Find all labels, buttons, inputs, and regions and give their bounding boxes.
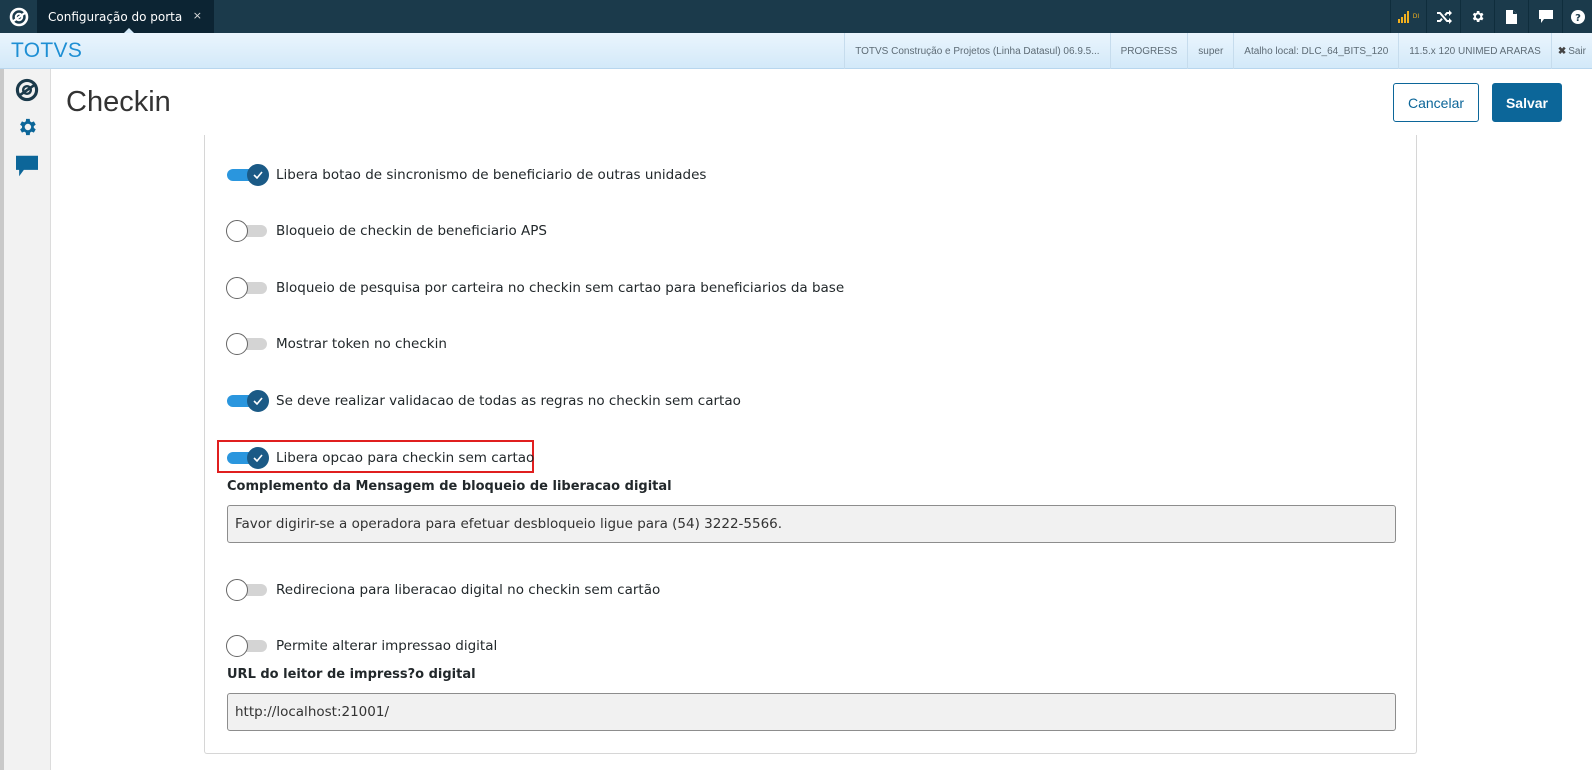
- sidebar: [0, 69, 51, 770]
- setting-row-sync-beneficiario: Libera botao de sincronismo de beneficia…: [227, 163, 706, 187]
- save-button[interactable]: Salvar: [1492, 83, 1562, 122]
- url-field-label: URL do leitor de impress?o digital: [227, 667, 476, 682]
- signal-label: DI: [1412, 13, 1420, 20]
- message-field-label: Complemento da Mensagem de bloqueio de l…: [227, 479, 672, 494]
- help-icon[interactable]: ?: [1562, 0, 1592, 33]
- setting-row-validacao-regras: Se deve realizar validacao de todas as r…: [227, 389, 741, 413]
- toggle-redireciona-digital[interactable]: [226, 578, 269, 602]
- toggle-bloqueio-aps[interactable]: [226, 219, 269, 243]
- setting-row-alterar-impressao: Permite alterar impressao digital: [226, 634, 498, 658]
- setting-row-bloqueio-pesquisa: Bloqueio de pesquisa por carteira no che…: [226, 276, 845, 300]
- totvs-logo-icon[interactable]: [0, 0, 37, 33]
- svg-text:?: ?: [1575, 13, 1581, 24]
- toggle-checkin-sem-cartao[interactable]: [227, 446, 269, 470]
- info-product: TOTVS Construção e Projetos (Linha Datas…: [844, 33, 1109, 69]
- setting-label: Redireciona para liberacao digital no ch…: [276, 582, 661, 598]
- check-icon: [253, 171, 263, 179]
- totvs-logo-icon[interactable]: [14, 77, 40, 103]
- setting-row-mostrar-token: Mostrar token no checkin: [226, 332, 447, 356]
- close-icon[interactable]: ×: [193, 9, 202, 22]
- chat-icon[interactable]: [14, 153, 40, 179]
- setting-row-bloqueio-aps: Bloqueio de checkin de beneficiario APS: [226, 219, 547, 243]
- toggle-sync-beneficiario[interactable]: [227, 163, 269, 187]
- tab-configuracao[interactable]: Configuração do porta ×: [37, 0, 214, 34]
- url-input[interactable]: http://localhost:21001/: [227, 693, 1396, 731]
- setting-label: Se deve realizar validacao de todas as r…: [276, 393, 741, 409]
- setting-label: Libera opcao para checkin sem cartao: [276, 450, 535, 466]
- gear-icon[interactable]: [14, 114, 40, 140]
- sidebar-edge: [0, 69, 4, 770]
- chat-icon[interactable]: [1528, 0, 1562, 33]
- setting-label: Mostrar token no checkin: [276, 336, 447, 352]
- info-version: 11.5.x 120 UNIMED ARARAS: [1398, 33, 1551, 69]
- check-icon: [253, 454, 263, 462]
- toggle-alterar-impressao[interactable]: [226, 634, 269, 658]
- check-icon: [253, 397, 263, 405]
- brand-logo: TOTVS: [11, 39, 83, 62]
- setting-label: Libera botao de sincronismo de beneficia…: [276, 167, 707, 183]
- exit-label: Sair: [1568, 45, 1586, 57]
- info-bar: TOTVS TOTVS Construção e Projetos (Linha…: [0, 33, 1592, 69]
- exit-button[interactable]: ✖ Sair: [1550, 33, 1592, 69]
- cancel-button[interactable]: Cancelar: [1393, 83, 1479, 122]
- shuffle-icon[interactable]: [1426, 0, 1460, 33]
- document-icon[interactable]: [1494, 0, 1528, 33]
- info-database: PROGRESS: [1109, 33, 1188, 69]
- top-tab-bar: Configuração do porta × DI ?: [0, 0, 1592, 34]
- setting-row-redireciona-digital: Redireciona para liberacao digital no ch…: [226, 578, 661, 602]
- toggle-mostrar-token[interactable]: [226, 332, 269, 356]
- info-user: super: [1187, 33, 1233, 69]
- setting-label: Permite alterar impressao digital: [276, 638, 498, 654]
- toggle-bloqueio-pesquisa[interactable]: [226, 276, 269, 300]
- signal-icon[interactable]: DI: [1390, 0, 1426, 33]
- info-shortcut: Atalho local: DLC_64_BITS_120: [1233, 33, 1398, 69]
- setting-row-checkin-sem-cartao: Libera opcao para checkin sem cartao: [227, 446, 534, 470]
- message-input[interactable]: Favor digirir-se a operadora para efetua…: [227, 505, 1396, 543]
- setting-label: Bloqueio de pesquisa por carteira no che…: [276, 280, 845, 296]
- toggle-validacao-regras[interactable]: [227, 389, 269, 413]
- close-icon: ✖: [1557, 45, 1567, 57]
- gear-icon[interactable]: [1460, 0, 1494, 33]
- tab-title: Configuração do porta: [48, 9, 183, 24]
- setting-label: Bloqueio de checkin de beneficiario APS: [276, 223, 547, 239]
- page-title: Checkin: [66, 86, 171, 118]
